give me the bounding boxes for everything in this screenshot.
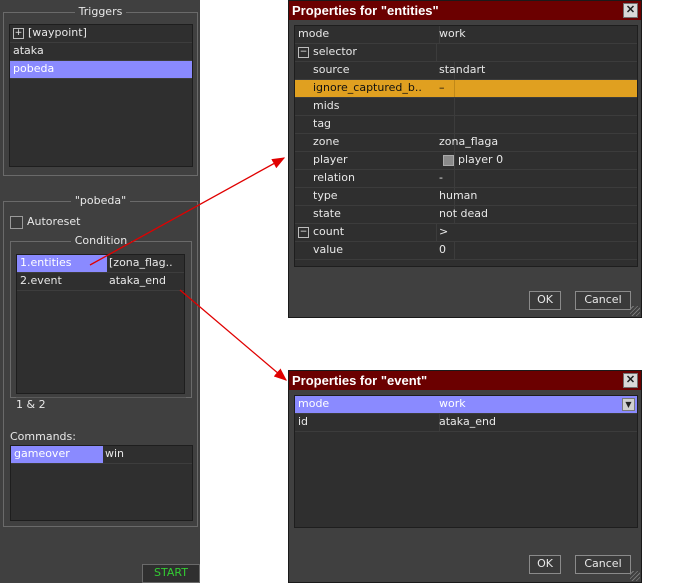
- annotation-arrows: [89, 157, 287, 381]
- arrow-icon: [89, 157, 286, 266]
- arrow-icon: [179, 289, 287, 381]
